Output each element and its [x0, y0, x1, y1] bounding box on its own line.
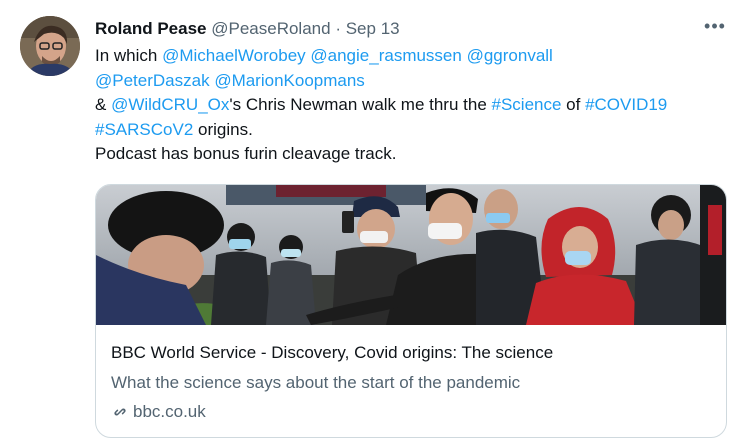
text-segment: of — [561, 95, 586, 114]
mention-link[interactable]: @PeterDaszak — [95, 71, 210, 90]
text-segment: 's Chris Newman walk me thru the — [229, 95, 492, 114]
tweet-line-2: @PeterDaszak @MarionKoopmans — [95, 69, 725, 94]
link-preview-card[interactable]: BBC World Service - Discovery, Covid ori… — [95, 184, 727, 438]
text-segment: In which — [95, 46, 163, 65]
avatar-photo — [20, 16, 80, 76]
tweet-line-3: & @WildCRU_Ox's Chris Newman walk me thr… — [95, 93, 725, 118]
hashtag-link[interactable]: #COVID19 — [585, 95, 667, 114]
header-separator: · — [335, 19, 341, 38]
card-description: What the science says about the start of… — [111, 373, 521, 392]
text-segment: origins. — [193, 119, 253, 139]
tweet-line-4: #SARSCoV2 origins. — [95, 118, 725, 143]
market-crowd-photo — [96, 185, 726, 325]
hashtag-link[interactable]: #Science — [492, 95, 562, 114]
text-segment: & — [95, 95, 112, 114]
link-icon — [114, 408, 126, 416]
hashtag-link[interactable]: #SARSCoV2 — [95, 120, 193, 139]
more-options-icon[interactable]: ••• — [704, 15, 726, 37]
author-handle[interactable]: @PeaseRoland — [211, 19, 330, 38]
tweet-line-1: In which @MichaelWorobey @angie_rasmusse… — [95, 44, 725, 69]
mention-link[interactable]: @angie_rasmussen — [310, 46, 461, 65]
mention-link[interactable]: @ggronvall — [467, 46, 553, 65]
tweet-text: In which @MichaelWorobey @angie_rasmusse… — [95, 44, 725, 167]
tweet-line-5: Podcast has bonus furin cleavage track. — [95, 144, 397, 163]
tweet-date[interactable]: Sep 13 — [346, 19, 400, 38]
card-title[interactable]: BBC World Service - Discovery, Covid ori… — [111, 342, 711, 364]
card-body: BBC World Service - Discovery, Covid ori… — [111, 342, 711, 423]
author-avatar[interactable] — [20, 16, 80, 76]
card-image[interactable] — [96, 185, 726, 325]
tweet-header: Roland Pease @PeaseRoland · Sep 13 — [95, 18, 400, 40]
mention-link[interactable]: @MarionKoopmans — [214, 71, 365, 90]
card-domain-text: bbc.co.uk — [133, 402, 206, 421]
author-name[interactable]: Roland Pease — [95, 19, 207, 38]
card-domain[interactable]: bbc.co.uk — [111, 401, 711, 423]
mention-link[interactable]: @WildCRU_Ox — [111, 95, 229, 114]
mention-link[interactable]: @MichaelWorobey — [162, 46, 306, 65]
